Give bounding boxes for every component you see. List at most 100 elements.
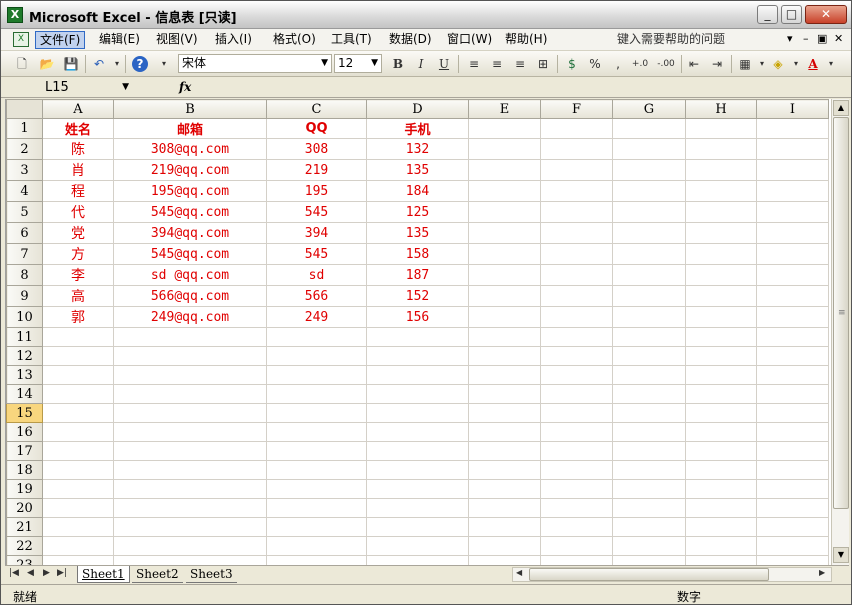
fill-color-dropdown-icon[interactable]: ▾ bbox=[787, 55, 805, 73]
cell[interactable] bbox=[540, 479, 613, 499]
cell[interactable]: 566@qq.com bbox=[113, 285, 267, 307]
cell[interactable]: 219 bbox=[266, 159, 367, 181]
row-header[interactable]: 12 bbox=[6, 346, 43, 366]
cell[interactable] bbox=[468, 264, 541, 286]
row-header[interactable]: 13 bbox=[6, 365, 43, 385]
cell[interactable] bbox=[540, 243, 613, 265]
row-header[interactable]: 16 bbox=[6, 422, 43, 442]
cell[interactable] bbox=[113, 555, 267, 565]
cell[interactable]: 陈 bbox=[42, 138, 114, 160]
cell[interactable] bbox=[366, 536, 469, 556]
cell[interactable] bbox=[366, 422, 469, 442]
cell[interactable] bbox=[366, 517, 469, 537]
sheet-tab-sheet3[interactable]: Sheet3 bbox=[186, 566, 237, 583]
cell[interactable] bbox=[366, 498, 469, 518]
cell[interactable] bbox=[612, 264, 686, 286]
cell[interactable] bbox=[42, 555, 114, 565]
cell[interactable] bbox=[113, 384, 267, 404]
cell[interactable] bbox=[540, 441, 613, 461]
next-sheet-icon[interactable]: ▶ bbox=[43, 568, 50, 578]
cell[interactable] bbox=[113, 498, 267, 518]
cell[interactable] bbox=[685, 346, 757, 366]
cell[interactable]: 308@qq.com bbox=[113, 138, 267, 160]
name-box[interactable]: L15 ▼ bbox=[7, 79, 133, 96]
menu-data[interactable]: 数据(D) bbox=[385, 31, 436, 49]
cell[interactable] bbox=[612, 118, 686, 139]
cell[interactable] bbox=[468, 498, 541, 518]
cell[interactable]: 249 bbox=[266, 306, 367, 328]
cell[interactable] bbox=[756, 138, 829, 160]
cell[interactable]: 184 bbox=[366, 180, 469, 202]
help-box-dropdown-icon[interactable]: ▾ bbox=[787, 32, 793, 45]
cell[interactable] bbox=[42, 460, 114, 480]
cell[interactable] bbox=[540, 536, 613, 556]
cell[interactable] bbox=[756, 118, 829, 139]
scroll-up-icon[interactable]: ▲ bbox=[833, 100, 849, 116]
increase-decimal-button[interactable]: +.0 bbox=[629, 55, 651, 73]
insert-function-icon[interactable]: fx bbox=[179, 80, 191, 94]
row-header[interactable]: 14 bbox=[6, 384, 43, 404]
cell[interactable] bbox=[468, 346, 541, 366]
cell[interactable] bbox=[540, 138, 613, 160]
cell[interactable] bbox=[612, 460, 686, 480]
font-color-button[interactable]: A bbox=[804, 55, 822, 73]
cell[interactable] bbox=[756, 498, 829, 518]
cell[interactable] bbox=[756, 327, 829, 347]
cell[interactable] bbox=[113, 403, 267, 423]
row-header[interactable]: 1 bbox=[6, 118, 43, 139]
vertical-scroll-thumb[interactable]: ≡ bbox=[833, 117, 849, 509]
doc-minimize-icon[interactable]: – bbox=[803, 32, 809, 45]
cell[interactable] bbox=[266, 441, 367, 461]
row-header[interactable]: 21 bbox=[6, 517, 43, 537]
cell[interactable] bbox=[266, 498, 367, 518]
decrease-indent-icon[interactable]: ⇤ bbox=[685, 55, 703, 73]
cell[interactable] bbox=[685, 180, 757, 202]
row-header[interactable]: 11 bbox=[6, 327, 43, 347]
cell[interactable] bbox=[266, 460, 367, 480]
scroll-right-icon[interactable]: ▶ bbox=[819, 568, 825, 577]
cell[interactable] bbox=[612, 498, 686, 518]
cell[interactable]: 代 bbox=[42, 201, 114, 223]
cell[interactable]: 545@qq.com bbox=[113, 243, 267, 265]
cell[interactable]: 545@qq.com bbox=[113, 201, 267, 223]
cell[interactable] bbox=[266, 479, 367, 499]
cell[interactable] bbox=[540, 346, 613, 366]
doc-close-icon[interactable]: ✕ bbox=[834, 32, 843, 45]
cell[interactable] bbox=[366, 555, 469, 565]
row-header[interactable]: 9 bbox=[6, 285, 43, 307]
cell[interactable] bbox=[756, 365, 829, 385]
cell[interactable] bbox=[540, 460, 613, 480]
cell[interactable] bbox=[756, 384, 829, 404]
column-header-h[interactable]: H bbox=[685, 99, 757, 119]
underline-button[interactable]: U bbox=[435, 55, 453, 73]
cell[interactable] bbox=[42, 403, 114, 423]
cell[interactable] bbox=[685, 479, 757, 499]
cell[interactable]: sd bbox=[266, 264, 367, 286]
cell[interactable] bbox=[540, 498, 613, 518]
menu-file[interactable]: 文件(F) bbox=[35, 31, 86, 49]
row-header[interactable]: 8 bbox=[6, 264, 43, 286]
cell[interactable] bbox=[756, 422, 829, 442]
currency-icon[interactable]: $ bbox=[563, 55, 581, 73]
cell[interactable] bbox=[685, 222, 757, 244]
cell[interactable] bbox=[685, 159, 757, 181]
cell[interactable] bbox=[468, 180, 541, 202]
column-header-g[interactable]: G bbox=[612, 99, 686, 119]
cell[interactable] bbox=[366, 346, 469, 366]
cell[interactable] bbox=[612, 441, 686, 461]
cell[interactable] bbox=[468, 536, 541, 556]
cell[interactable]: 党 bbox=[42, 222, 114, 244]
row-header[interactable]: 18 bbox=[6, 460, 43, 480]
cell[interactable] bbox=[468, 285, 541, 307]
cell[interactable] bbox=[468, 243, 541, 265]
cell[interactable] bbox=[42, 384, 114, 404]
cell[interactable] bbox=[540, 201, 613, 223]
cell[interactable] bbox=[113, 441, 267, 461]
cell[interactable] bbox=[612, 346, 686, 366]
cell[interactable] bbox=[366, 460, 469, 480]
italic-button[interactable]: I bbox=[412, 55, 430, 73]
cell[interactable] bbox=[685, 384, 757, 404]
cell[interactable] bbox=[468, 422, 541, 442]
cell[interactable] bbox=[468, 384, 541, 404]
cell[interactable] bbox=[468, 460, 541, 480]
